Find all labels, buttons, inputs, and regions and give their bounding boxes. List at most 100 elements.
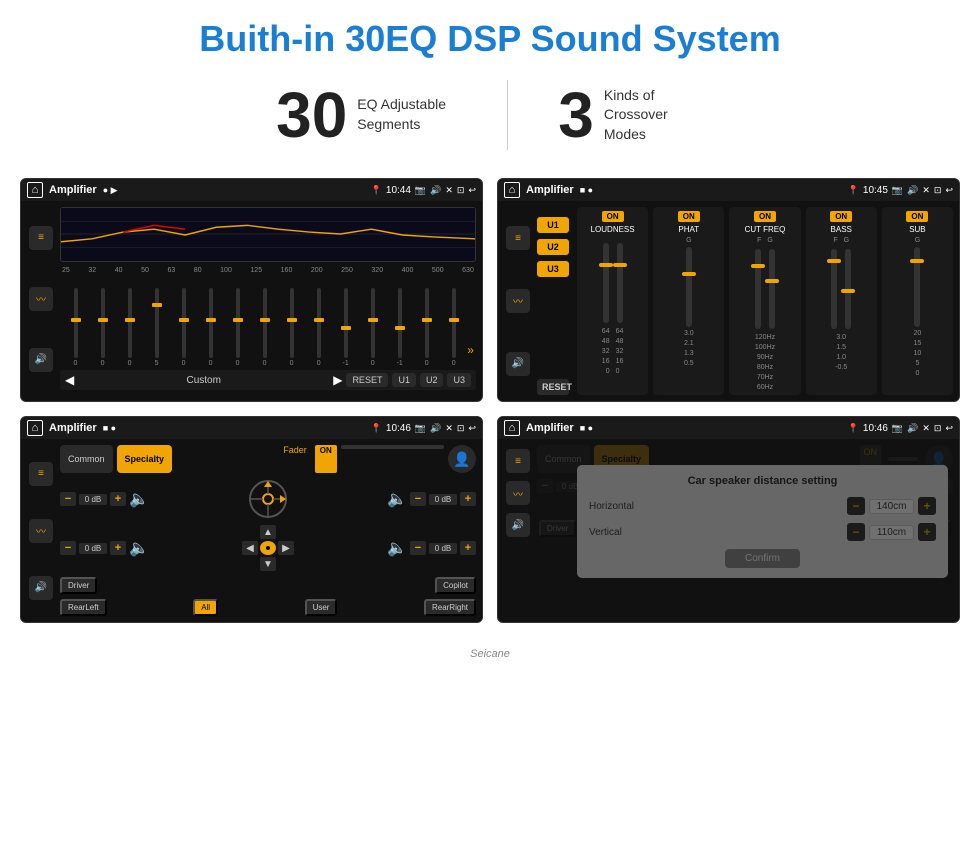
center-nav: ▲ ◀ ▶ ▼ [242, 525, 294, 571]
close-icon-1: ✕ [445, 185, 453, 196]
stat-eq-label: EQ Adjustable Segments [357, 95, 457, 134]
dist-side-btn-2[interactable]: 〰 [506, 481, 530, 505]
u3-button[interactable]: U3 [537, 261, 569, 277]
home-icon-2[interactable] [504, 182, 520, 198]
eq-side-btn-2[interactable]: 〰 [29, 287, 53, 311]
nav-up[interactable]: ▲ [260, 525, 276, 539]
eq-bottom-bar: ◀ Custom ▶ RESET U1 U2 U3 [60, 370, 476, 390]
horizontal-plus[interactable]: + [918, 497, 936, 515]
spk-channel-rr: 🔈 − 0 dB + [387, 525, 476, 571]
xo-side-btn-1[interactable]: ≡ [506, 226, 530, 250]
eq-slider-8[interactable]: 0 [251, 288, 278, 367]
bass-toggle[interactable]: ON [830, 211, 852, 222]
volume-icon-4: 🔊 [907, 423, 918, 434]
lr-minus[interactable]: − [60, 541, 76, 555]
vertical-plus[interactable]: + [918, 523, 936, 541]
rearright-btn[interactable]: RearRight [424, 599, 476, 616]
fader-slider[interactable] [341, 445, 444, 449]
eq-slider-14[interactable]: 0 [413, 288, 440, 367]
preset-u1[interactable]: U1 [392, 373, 416, 387]
eq-slider-5[interactable]: 0 [170, 288, 197, 367]
xo-side-btn-2[interactable]: 〰 [506, 289, 530, 313]
fader-toggle[interactable]: ON [315, 445, 337, 473]
close-icon-2: ✕ [922, 185, 930, 196]
eq-slider-7[interactable]: 0 [224, 288, 251, 367]
copilot-btn[interactable]: Copilot [435, 577, 476, 594]
rearleft-btn[interactable]: RearLeft [60, 599, 107, 616]
reset-button-1[interactable]: RESET [346, 373, 388, 387]
ux-buttons: U1 U2 U3 RESET [537, 207, 572, 395]
xo-side-btn-3[interactable]: 🔊 [506, 352, 530, 376]
cutfreq-toggle[interactable]: ON [754, 211, 776, 222]
eq-slider-11[interactable]: -1 [332, 288, 359, 367]
back-icon-4: ↩ [945, 423, 953, 434]
driver-btn[interactable]: Driver [60, 577, 97, 594]
spk-side-btn-2[interactable]: 〰 [29, 519, 53, 543]
u1-button[interactable]: U1 [537, 217, 569, 233]
eq-slider-12[interactable]: 0 [359, 288, 386, 367]
screen1-body: ≡ 〰 🔊 [21, 201, 482, 396]
lf-minus[interactable]: − [60, 492, 76, 506]
expand-eq-icon[interactable]: » [467, 343, 474, 367]
eq-slider-9[interactable]: 0 [278, 288, 305, 367]
eq-slider-13[interactable]: -1 [386, 288, 413, 367]
eq-slider-1[interactable]: 0 [62, 288, 89, 367]
spk-side-btn-1[interactable]: ≡ [29, 462, 53, 486]
u2-button[interactable]: U2 [537, 239, 569, 255]
reset-button-2[interactable]: RESET [537, 379, 569, 395]
horizontal-value: 140cm [869, 499, 914, 514]
screen-speaker: Amplifier ■ ● 📍 10:46 📷 🔊 ✕ ⊡ ↩ ≡ 〰 🔊 [20, 416, 483, 623]
user-btn[interactable]: User [305, 599, 338, 616]
lr-speaker-icon: 🔈 [129, 538, 149, 558]
eq-slider-2[interactable]: 0 [89, 288, 116, 367]
all-btn[interactable]: All [193, 599, 218, 616]
eq-slider-6[interactable]: 0 [197, 288, 224, 367]
nav-down[interactable]: ▼ [260, 557, 276, 571]
stat-eq-number: 30 [276, 83, 347, 147]
preset-u2[interactable]: U2 [420, 373, 444, 387]
tab-specialty-3[interactable]: Specialty [117, 445, 173, 473]
horizontal-label: Horizontal [589, 501, 659, 512]
rr-minus[interactable]: − [410, 541, 426, 555]
eq-slider-10[interactable]: 0 [305, 288, 332, 367]
preset-u3[interactable]: U3 [447, 373, 471, 387]
eq-slider-4[interactable]: 5 [143, 288, 170, 367]
eq-slider-3[interactable]: 0 [116, 288, 143, 367]
xo-section-bass: ON BASS FG 3.0 1.5 1.0 -0.5 [806, 207, 877, 395]
home-icon-4[interactable] [504, 420, 520, 436]
tab-common-3[interactable]: Common [60, 445, 113, 473]
sub-toggle[interactable]: ON [906, 211, 928, 222]
rf-speaker-icon: 🔈 [387, 489, 407, 509]
loudness-toggle[interactable]: ON [602, 211, 624, 222]
record-icon-3: ■ ● [103, 423, 116, 433]
lf-plus[interactable]: + [110, 492, 126, 506]
eq-side-btn-1[interactable]: ≡ [29, 226, 53, 250]
horizontal-minus[interactable]: − [847, 497, 865, 515]
confirm-button[interactable]: Confirm [725, 549, 800, 568]
eq-sliders: 0 0 0 5 0 [60, 277, 476, 367]
spk-side-btn-3[interactable]: 🔊 [29, 576, 53, 600]
nav-left[interactable]: ◀ [242, 541, 258, 555]
nav-right[interactable]: ▶ [278, 541, 294, 555]
screen3-body: ≡ 〰 🔊 Common Specialty Fader ON 👤 [21, 439, 482, 622]
prev-arrow[interactable]: ◀ [65, 373, 74, 387]
home-icon-1[interactable] [27, 182, 43, 198]
eq-slider-15[interactable]: 0 [440, 288, 467, 367]
vertical-minus[interactable]: − [847, 523, 865, 541]
phat-toggle[interactable]: ON [678, 211, 700, 222]
rr-plus[interactable]: + [460, 541, 476, 555]
spk-main: Common Specialty Fader ON 👤 − 0 dB + 🔈 [60, 445, 476, 616]
nav-center[interactable] [260, 541, 276, 555]
lf-speaker-icon: 🔈 [129, 489, 149, 509]
home-icon-3[interactable] [27, 420, 43, 436]
avatar-btn-3[interactable]: 👤 [448, 445, 476, 473]
back-icon-3: ↩ [468, 423, 476, 434]
time-4: 10:46 [863, 423, 888, 434]
eq-side-btn-3[interactable]: 🔊 [29, 348, 53, 372]
rf-plus[interactable]: + [460, 492, 476, 506]
lr-plus[interactable]: + [110, 541, 126, 555]
next-arrow[interactable]: ▶ [333, 373, 342, 387]
dist-side-btn-3[interactable]: 🔊 [506, 513, 530, 537]
dist-side-btn-1[interactable]: ≡ [506, 449, 530, 473]
rf-minus[interactable]: − [410, 492, 426, 506]
